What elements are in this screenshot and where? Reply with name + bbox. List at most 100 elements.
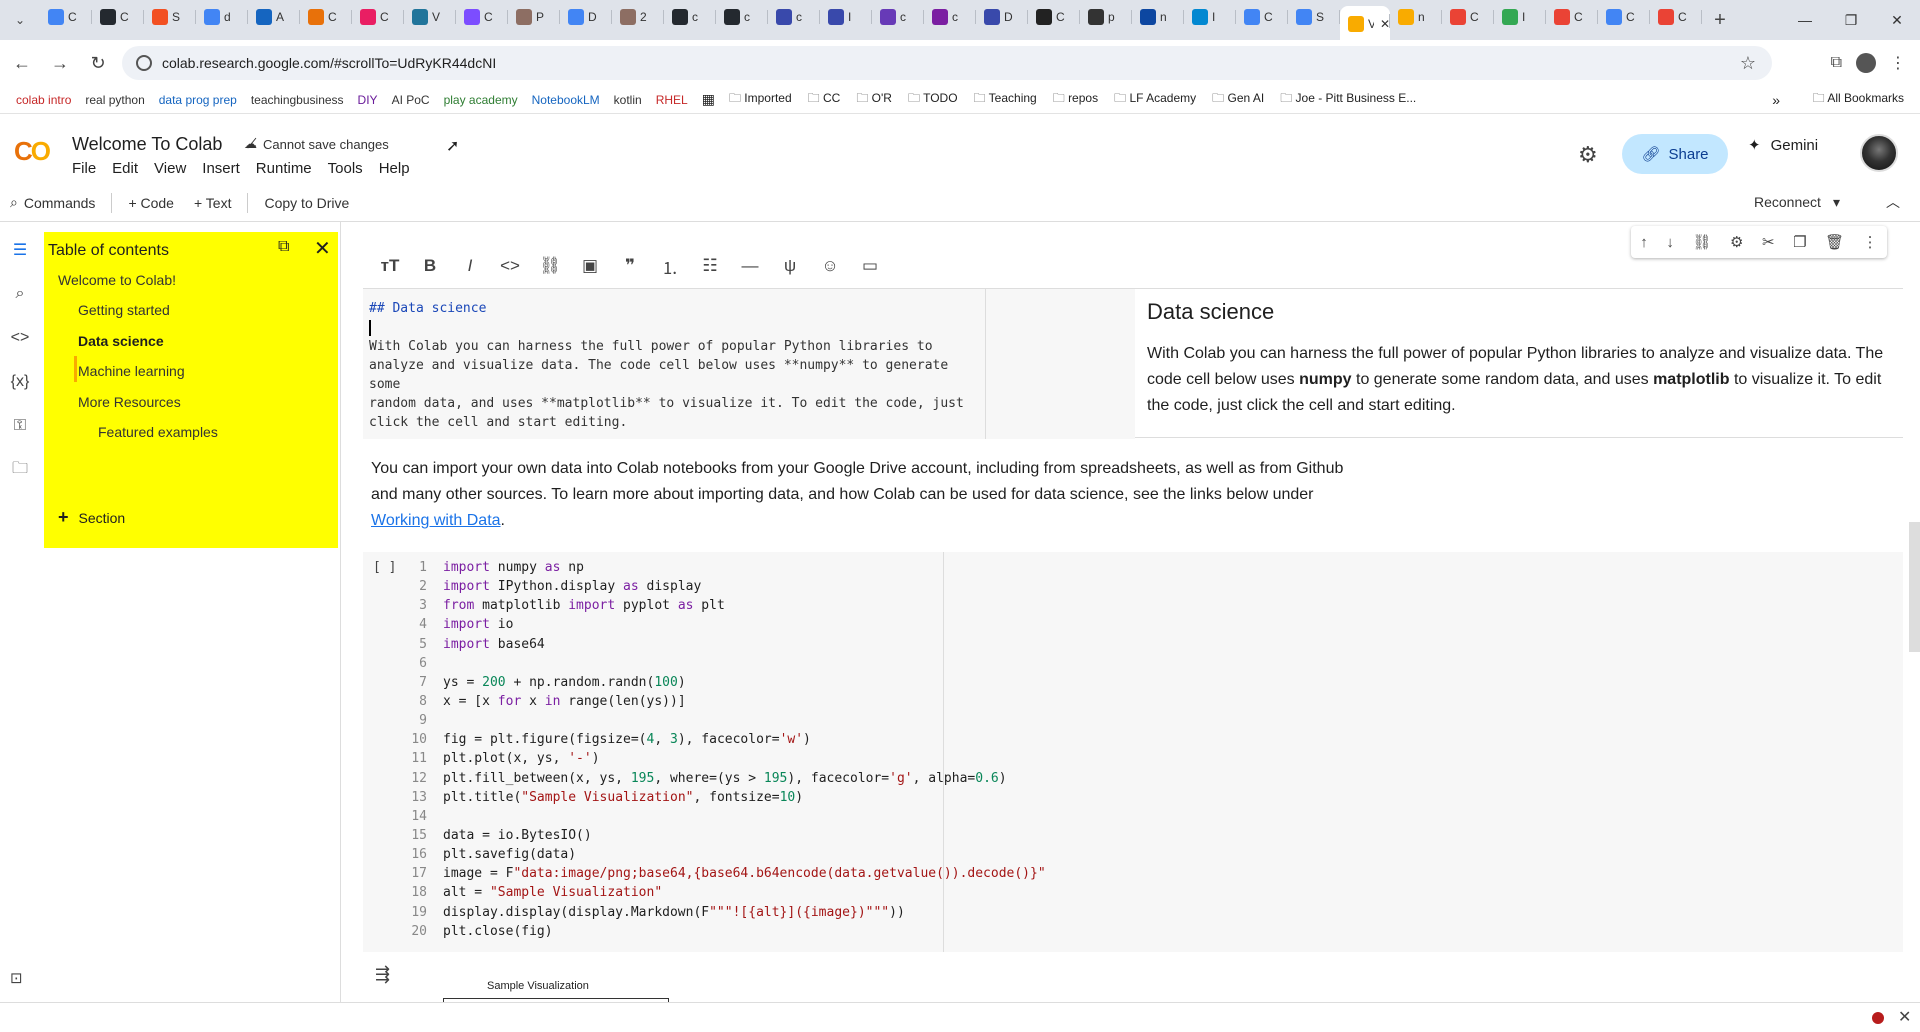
menu-file[interactable]: File	[72, 160, 96, 177]
reload-icon[interactable]: ↻	[82, 47, 114, 79]
forward-icon[interactable]: →	[44, 47, 76, 79]
bulleted-list-icon[interactable]: ☷	[697, 256, 723, 276]
browser-tab[interactable]: c	[716, 2, 768, 32]
bookmark-folder[interactable]: O'R	[850, 87, 898, 112]
browser-tab[interactable]: 2	[612, 2, 664, 32]
toc-item[interactable]: Machine learning	[78, 363, 185, 379]
share-button[interactable]: 🔗︎ Share	[1622, 134, 1728, 174]
bookmark-folder[interactable]: Teaching	[968, 87, 1043, 112]
browser-tab[interactable]: I	[1494, 2, 1546, 32]
browser-tab[interactable]: c	[768, 2, 820, 32]
toc-item[interactable]: Data science	[78, 333, 164, 349]
output-options-icon[interactable]: ⇶	[375, 964, 390, 985]
browser-tab[interactable]: C	[1598, 2, 1650, 32]
preview-toggle-icon[interactable]: ▭	[857, 256, 883, 276]
add-section-button[interactable]: + Section	[58, 508, 125, 526]
close-icon[interactable]: ✕	[314, 236, 331, 261]
blockquote-icon[interactable]: ❞	[617, 256, 643, 276]
menu-view[interactable]: View	[154, 160, 186, 177]
files-folder-icon[interactable]: 🗀	[8, 458, 32, 482]
toc-list-icon[interactable]: ☰	[8, 238, 32, 262]
close-icon[interactable]: ✕	[1898, 1007, 1911, 1027]
browser-tab[interactable]: V	[404, 2, 456, 32]
heading-icon[interactable]: тT	[377, 256, 403, 276]
bookmark-item[interactable]: AI PoC	[386, 91, 436, 109]
browser-tab[interactable]: d	[196, 2, 248, 32]
menu-runtime[interactable]: Runtime	[256, 160, 312, 177]
browser-tab[interactable]: C	[1236, 2, 1288, 32]
back-icon[interactable]: ←	[6, 47, 38, 79]
menu-edit[interactable]: Edit	[112, 160, 138, 177]
browser-tab[interactable]: C	[40, 2, 92, 32]
variables-icon[interactable]: {x}	[8, 370, 32, 394]
latex-psi-icon[interactable]: ψ	[777, 256, 803, 276]
toc-item[interactable]: Welcome to Colab!	[58, 272, 176, 288]
bookmark-item[interactable]: teachingbusiness	[245, 91, 350, 109]
collapse-header-icon[interactable]: ︿	[1886, 192, 1900, 212]
browser-tab[interactable]: S	[1288, 2, 1340, 32]
scrollbar[interactable]	[1909, 522, 1920, 652]
browser-tab[interactable]: P	[508, 2, 560, 32]
browser-tab[interactable]: S	[144, 2, 196, 32]
toc-item[interactable]: Getting started	[78, 302, 170, 318]
minimize-icon[interactable]: —	[1782, 0, 1828, 40]
browser-tab[interactable]: C	[1442, 2, 1494, 32]
browser-tab[interactable]: C	[1650, 2, 1702, 32]
add-code-button[interactable]: + Code	[118, 195, 184, 211]
bookmark-star-icon[interactable]: ☆	[1740, 53, 1756, 74]
browser-tab[interactable]: c	[924, 2, 976, 32]
menu-help[interactable]: Help	[379, 160, 410, 177]
markdown-cell[interactable]: ## Data science With Colab you can harne…	[363, 288, 1903, 439]
copy-to-drive-button[interactable]: Copy to Drive	[254, 195, 359, 211]
insert-link-icon[interactable]: ⛓	[537, 256, 563, 276]
bookmark-folder[interactable]: Gen AI	[1206, 87, 1270, 112]
bookmark-item[interactable]: data prog prep	[153, 91, 243, 109]
add-text-button[interactable]: + Text	[184, 195, 242, 211]
profile-avatar[interactable]	[1856, 53, 1876, 73]
new-tab-button[interactable]: +	[1702, 9, 1738, 32]
menu-tools[interactable]: Tools	[328, 160, 363, 177]
horizontal-rule-icon[interactable]: —	[737, 256, 763, 276]
close-window-icon[interactable]: ✕	[1874, 0, 1920, 40]
browser-tab[interactable]: C	[456, 2, 508, 32]
apps-grid-icon[interactable]: ▦	[696, 89, 721, 110]
bold-icon[interactable]: B	[417, 256, 443, 276]
user-avatar[interactable]	[1860, 134, 1898, 172]
browser-tab[interactable]: I	[1184, 2, 1236, 32]
more-bookmarks-icon[interactable]: »	[1772, 92, 1780, 108]
emoji-icon[interactable]: ☺	[817, 256, 843, 276]
markdown-source-editor[interactable]: ## Data science With Colab you can harne…	[363, 289, 985, 439]
bookmark-item[interactable]: kotlin	[608, 91, 648, 109]
bookmark-folder[interactable]: repos	[1047, 87, 1104, 112]
bookmark-item[interactable]: real python	[79, 91, 150, 109]
browser-tab[interactable]: C	[352, 2, 404, 32]
browser-tab[interactable]: V ✕	[1340, 6, 1390, 42]
browser-menu-icon[interactable]: ⋮	[1890, 53, 1906, 73]
chevron-down-icon[interactable]: ▾	[1833, 194, 1840, 211]
restore-icon[interactable]: ❐	[1828, 0, 1874, 40]
site-info-icon[interactable]	[136, 55, 152, 71]
toc-item[interactable]: More Resources	[78, 394, 181, 410]
tab-search-icon[interactable]: ⌄	[0, 0, 40, 40]
colab-logo[interactable]: CO	[14, 136, 51, 167]
bookmark-item[interactable]: NotebookLM	[526, 91, 606, 109]
extensions-icon[interactable]: ⧉	[1831, 54, 1842, 72]
code-snippets-icon[interactable]: <>	[8, 326, 32, 350]
open-in-tab-icon[interactable]: ⧉	[278, 238, 289, 256]
browser-tab[interactable]: C	[92, 2, 144, 32]
reconnect-button[interactable]: Reconnect ▾	[1754, 194, 1840, 211]
browser-tab[interactable]: c	[664, 2, 716, 32]
browser-tab[interactable]: c	[872, 2, 924, 32]
secrets-key-icon[interactable]: ⚿	[8, 414, 32, 438]
browser-tab[interactable]: I	[820, 2, 872, 32]
bookmark-item[interactable]: play academy	[438, 91, 524, 109]
browser-tab[interactable]: C	[1546, 2, 1598, 32]
url-input[interactable]: colab.research.google.com/#scrollTo=UdRy…	[122, 46, 1772, 80]
numbered-list-icon[interactable]: ⒈	[657, 254, 683, 279]
browser-tab[interactable]: C	[1028, 2, 1080, 32]
toc-item[interactable]: Featured examples	[98, 424, 218, 440]
menu-insert[interactable]: Insert	[202, 160, 240, 177]
bookmark-folder[interactable]: LF Academy	[1108, 87, 1202, 112]
settings-gear-icon[interactable]: ⚙	[1578, 142, 1598, 168]
notebook-title[interactable]: Welcome To Colab	[72, 134, 222, 155]
